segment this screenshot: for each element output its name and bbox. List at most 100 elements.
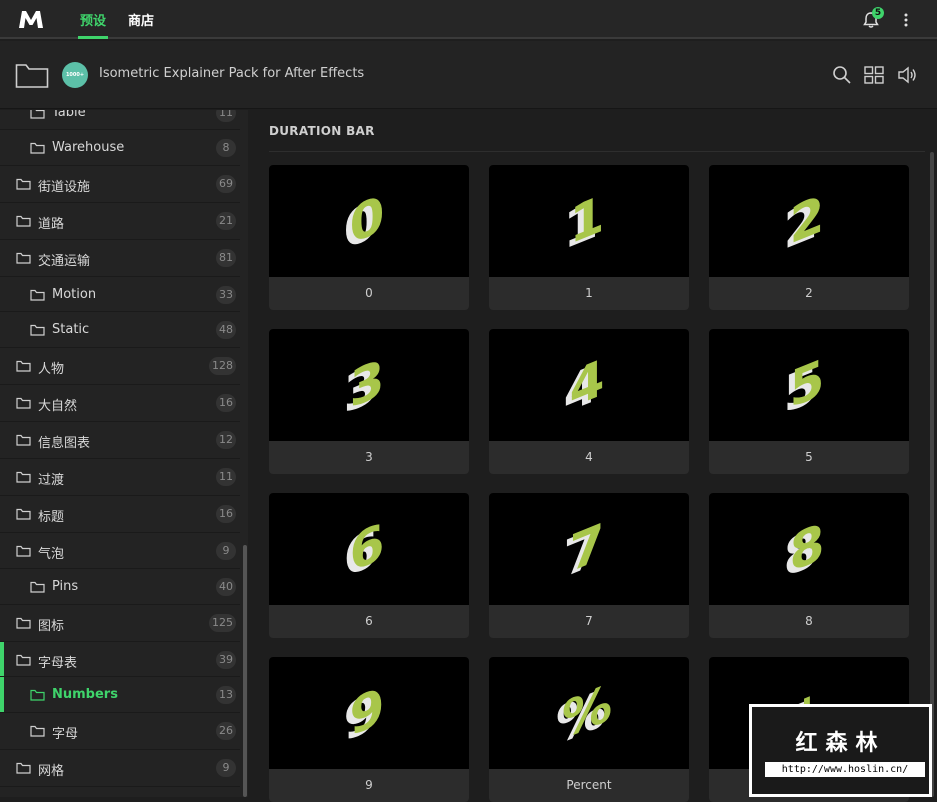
folder-icon bbox=[16, 617, 31, 629]
glyph-face: 1 bbox=[570, 185, 605, 257]
sidebar-item[interactable]: 网格 9 bbox=[0, 750, 240, 787]
top-bar: 预设 商店 5 bbox=[0, 0, 937, 39]
notification-badge: 5 bbox=[872, 7, 884, 19]
glyph-face: 0 bbox=[350, 185, 385, 257]
preset-grid-area: DURATION BAR 000111222333444555666777888… bbox=[255, 110, 937, 802]
sidebar-item[interactable]: 字母 26 bbox=[0, 713, 240, 750]
preset-card[interactable]: 222 bbox=[709, 165, 909, 310]
sidebar-item-label: Warehouse bbox=[52, 140, 125, 155]
glyph-face: 4 bbox=[570, 349, 605, 421]
folder-icon bbox=[16, 654, 31, 666]
sidebar-item-count: 125 bbox=[209, 614, 236, 632]
preset-card[interactable]: 444 bbox=[489, 329, 689, 474]
folder-icon bbox=[16, 252, 31, 264]
preset-thumbnail: %% bbox=[489, 657, 689, 769]
sidebar-item[interactable]: 道路 21 bbox=[0, 203, 240, 240]
sidebar-item[interactable]: Pins 40 bbox=[0, 569, 240, 605]
sidebar-item[interactable]: 人物 128 bbox=[0, 348, 240, 385]
more-menu-icon[interactable] bbox=[900, 11, 912, 29]
glyph-face: 7 bbox=[570, 513, 605, 585]
sidebar-item[interactable]: Warehouse 8 bbox=[0, 130, 240, 166]
sidebar-item[interactable]: 信息图表 12 bbox=[0, 422, 240, 459]
preset-card-label: 1 bbox=[585, 286, 593, 300]
sidebar-item[interactable]: Table 11 bbox=[0, 110, 240, 130]
preset-card-label: 7 bbox=[585, 614, 593, 628]
sidebar-item-label: Motion bbox=[52, 287, 97, 302]
folder-icon bbox=[16, 508, 31, 520]
sidebar-item-count: 11 bbox=[216, 468, 236, 486]
sidebar-item-count: 13 bbox=[216, 686, 236, 704]
tab-store[interactable]: 商店 bbox=[128, 10, 154, 29]
sidebar-item[interactable]: 街道设施 69 bbox=[0, 166, 240, 203]
folder-icon[interactable] bbox=[15, 61, 49, 89]
preset-thumbnail: 99 bbox=[269, 657, 469, 769]
folder-icon bbox=[16, 397, 31, 409]
tab-presets[interactable]: 预设 bbox=[77, 10, 109, 39]
sidebar-item[interactable]: 字母表 39 bbox=[0, 642, 240, 677]
preset-thumbnail: 77 bbox=[489, 493, 689, 605]
preset-thumbnail: 66 bbox=[269, 493, 469, 605]
volume-icon[interactable] bbox=[897, 65, 917, 85]
folder-icon bbox=[16, 762, 31, 774]
folder-icon bbox=[30, 689, 45, 701]
sidebar-item-count: 16 bbox=[216, 505, 236, 523]
glyph-face: 9 bbox=[350, 677, 385, 749]
preset-thumbnail: 44 bbox=[489, 329, 689, 441]
preset-thumbnail: 33 bbox=[269, 329, 469, 441]
folder-icon bbox=[16, 434, 31, 446]
sidebar-item-label: 道路 bbox=[38, 217, 65, 232]
watermark-url: http://www.hoslin.cn/ bbox=[765, 762, 925, 777]
sidebar-item-label: 标题 bbox=[38, 510, 65, 525]
preset-thumbnail: 55 bbox=[709, 329, 909, 441]
sidebar-item[interactable]: 过渡 11 bbox=[0, 459, 240, 496]
sidebar-item-label: 人物 bbox=[38, 362, 65, 377]
sidebar-item[interactable]: Numbers 13 bbox=[0, 677, 240, 713]
preset-card[interactable]: 111 bbox=[489, 165, 689, 310]
sidebar-item[interactable]: 标题 16 bbox=[0, 496, 240, 533]
preset-card[interactable]: 333 bbox=[269, 329, 469, 474]
sidebar-item[interactable]: 交通运输 81 bbox=[0, 240, 240, 277]
sidebar-item-count: 40 bbox=[216, 578, 236, 596]
folder-icon bbox=[30, 725, 45, 737]
sidebar-item-count: 11 bbox=[216, 110, 236, 122]
preset-card[interactable]: 555 bbox=[709, 329, 909, 474]
sidebar-item[interactable]: Static 48 bbox=[0, 312, 240, 348]
folder-icon bbox=[30, 110, 45, 119]
sidebar-item-label: 交通运输 bbox=[38, 254, 91, 269]
watermark-text: 红森林 bbox=[795, 731, 886, 756]
sidebar-scrollbar[interactable] bbox=[243, 545, 247, 797]
sidebar-item-count: 21 bbox=[216, 212, 236, 230]
folder-icon bbox=[30, 289, 45, 301]
glyph-face: 8 bbox=[790, 513, 825, 585]
sidebar-item[interactable]: 大自然 16 bbox=[0, 385, 240, 422]
sidebar-item-count: 12 bbox=[216, 431, 236, 449]
preset-card-label: 0 bbox=[365, 286, 373, 300]
content-scrollbar[interactable] bbox=[930, 152, 934, 797]
sidebar-item-count: 33 bbox=[216, 286, 236, 304]
sidebar-item-label: 字母表 bbox=[38, 656, 78, 671]
sidebar-item[interactable]: 图标 125 bbox=[0, 605, 240, 642]
sidebar-item-label: 网格 bbox=[38, 764, 65, 779]
preset-card[interactable]: 000 bbox=[269, 165, 469, 310]
preset-card[interactable]: 999 bbox=[269, 657, 469, 802]
preset-card[interactable]: %% Percent bbox=[489, 657, 689, 802]
folder-icon bbox=[30, 142, 45, 154]
glyph-face: 3 bbox=[350, 349, 385, 421]
search-icon[interactable] bbox=[832, 65, 852, 85]
pack-avatar: 1000+ bbox=[62, 62, 88, 88]
sidebar-item[interactable]: Motion 33 bbox=[0, 277, 240, 312]
sidebar-item-count: 128 bbox=[209, 357, 236, 375]
sidebar-item-count: 26 bbox=[216, 722, 236, 740]
sidebar-item-count: 9 bbox=[216, 542, 236, 560]
folder-icon bbox=[16, 471, 31, 483]
grid-view-icon[interactable] bbox=[864, 65, 884, 85]
preset-card-label: 6 bbox=[365, 614, 373, 628]
sidebar-item[interactable]: 气泡 9 bbox=[0, 533, 240, 569]
preset-card[interactable]: 666 bbox=[269, 493, 469, 638]
category-sidebar: Table 11 Warehouse 8 街道设施 69 道路 21 交通运输 81 Motion 3… bbox=[0, 110, 248, 797]
app-logo[interactable] bbox=[17, 8, 45, 30]
preset-card[interactable]: 777 bbox=[489, 493, 689, 638]
preset-card[interactable]: 888 bbox=[709, 493, 909, 638]
sidebar-item-label: 街道设施 bbox=[38, 180, 91, 195]
preset-thumbnail: 22 bbox=[709, 165, 909, 277]
